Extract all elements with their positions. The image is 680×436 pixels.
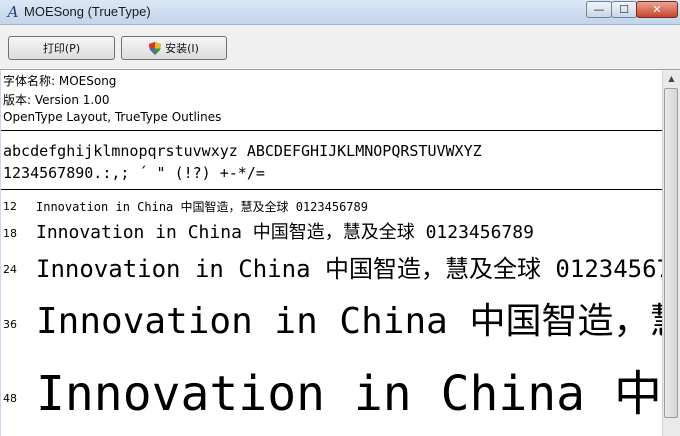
vertical-scrollbar[interactable]: ▲ [662, 70, 680, 436]
maximize-button[interactable]: ☐ [611, 1, 637, 18]
uac-shield-icon [149, 41, 162, 55]
sample-text: Innovation in China 中国智造，慧及全球 0123456789 [36, 255, 662, 283]
minimize-button[interactable]: — [586, 1, 612, 18]
sample-size-label: 48 [3, 392, 17, 405]
sample-text: Innovation in China 中国智造，慧及全球 0123456789 [36, 301, 662, 342]
window-title: MOESong (TrueType) [24, 4, 151, 19]
sample-text: Innovation in China 中国智造，慧及全球 0123456789 [36, 366, 662, 422]
charset-letters: abcdefghijklmnopqrstuvwxyz ABCDEFGHIJKLM… [3, 142, 482, 160]
font-preview-area: 字体名称: MOESong 版本: Version 1.00 OpenType … [1, 70, 662, 436]
print-button-label: 打印(P) [42, 42, 81, 55]
print-button[interactable]: 打印(P) [8, 36, 115, 60]
font-type-line: OpenType Layout, TrueType Outlines [3, 110, 222, 124]
scroll-up-arrow-icon[interactable]: ▲ [663, 70, 680, 87]
install-button-label: 安装(I) [165, 42, 199, 55]
charset-digits-symbols: 1234567890.:,; ´ " (!?) +-*/= [3, 164, 265, 182]
sample-text: Innovation in China 中国智造，慧及全球 0123456789 [36, 222, 534, 243]
divider [1, 189, 662, 190]
divider [1, 130, 662, 131]
sample-size-label: 12 [3, 200, 17, 213]
font-file-icon: A [7, 3, 19, 21]
sample-size-label: 18 [3, 227, 17, 240]
font-version-line: 版本: Version 1.00 [3, 93, 110, 107]
toolbar: 打印(P) 安装(I) [0, 25, 680, 70]
sample-size-label: 36 [3, 318, 17, 331]
sample-size-label: 24 [3, 263, 17, 276]
font-name-line: 字体名称: MOESong [3, 74, 117, 88]
scroll-thumb[interactable] [664, 88, 678, 418]
close-button[interactable]: ✕ [636, 1, 678, 18]
title-bar: A MOESong (TrueType) — ☐ ✕ [0, 0, 680, 25]
sample-text: Innovation in China 中国智造，慧及全球 0123456789 [36, 200, 368, 214]
install-button[interactable]: 安装(I) [121, 36, 227, 60]
